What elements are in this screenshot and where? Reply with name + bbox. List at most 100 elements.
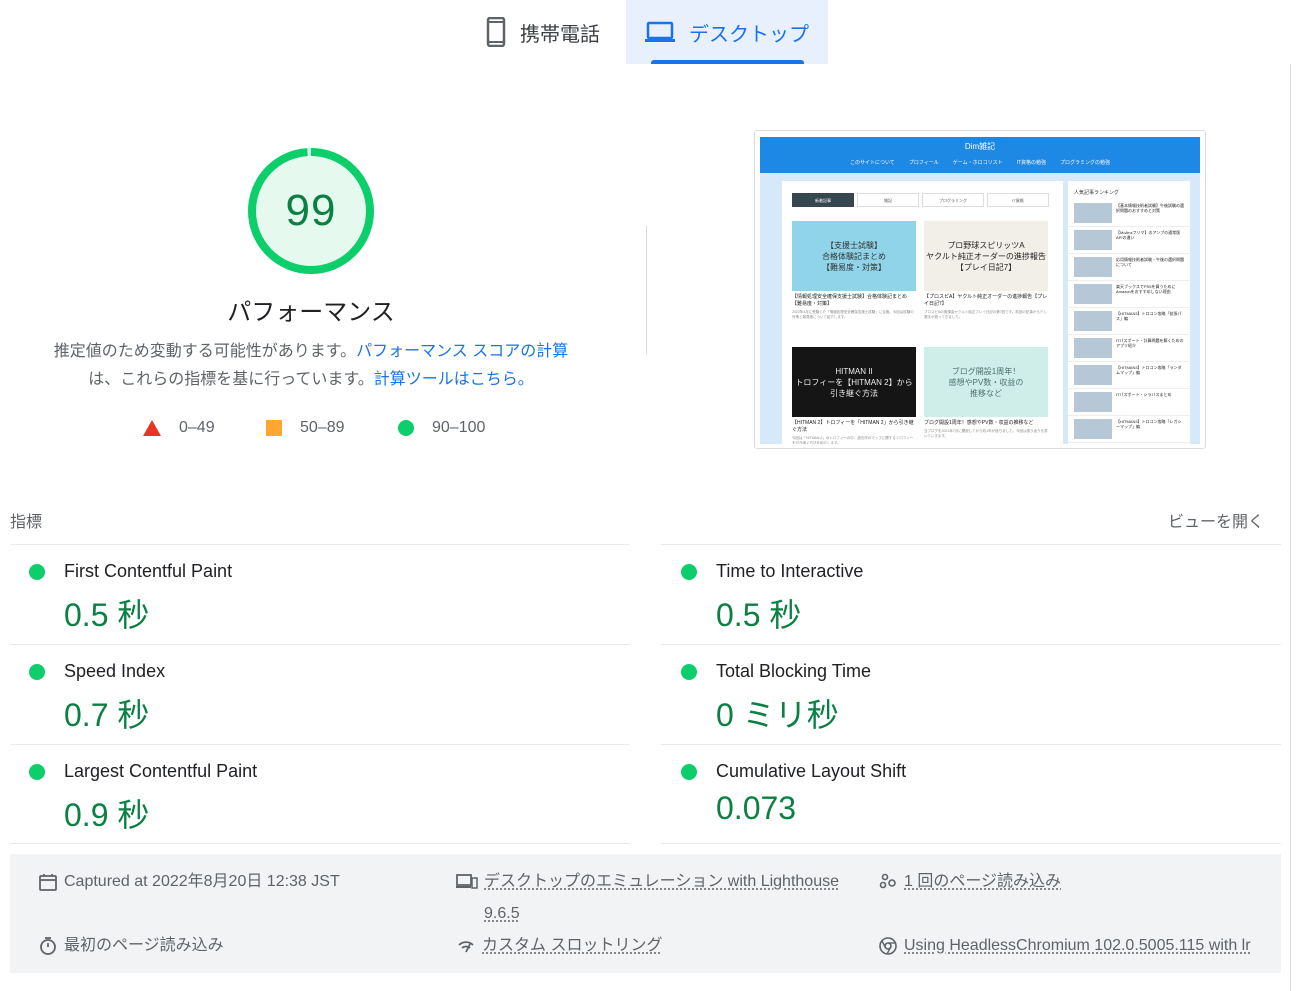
thumbnail-side-text: 【MoAnsフリマ】のアンプの通常版APIの違い (1116, 230, 1181, 240)
legend-average: 50–89 (266, 419, 345, 437)
thumbnail-card-title: 【HITMAN 2】トロフィーを「HITMAN 2」から引き継ぐ方法 (792, 420, 914, 433)
thumbnail-tab: 新着記事 (792, 193, 854, 207)
thumbnail-side-item: 【HITMAN3】トロコン攻略「レガシーマップ」編 (1068, 416, 1190, 443)
metric-value-fcp: 0.5 秒 (64, 597, 150, 633)
thumbnail-side-item: 【基本情報技術者試験】午後試験の選択問題のおすすめと対策 (1068, 200, 1190, 227)
thumbnail-side-item: 【MoAnsフリマ】のアンプの通常版APIの違い (1068, 227, 1190, 254)
thumbnail-card: プロ野球スピリッツA ヤクルト純正オーダーの進捗報告 【プレイ日記7】 【プロス… (924, 221, 1048, 339)
triangle-icon (143, 420, 161, 436)
metric-value-tbt: 0 ミリ秒 (716, 697, 839, 733)
thumbnail-card-image: 【支援士試験】 合格体験記まとめ 【難易度・対策】 (792, 221, 916, 291)
category-title: パフォーマンス (227, 299, 395, 326)
thumbnail-side-item: 【HITMAN3】トロコン攻略「拡張パス」編 (1068, 308, 1190, 335)
thumbnail-tabs: 新着記事 雑記 プログラミング IT資格 (782, 181, 1063, 207)
thumbnail-side-image (1074, 203, 1112, 223)
pass-dot-icon (29, 564, 45, 580)
legend-pass: 90–100 (398, 419, 485, 437)
pass-dot-icon (681, 564, 697, 580)
metrics-section-label: 指標 (10, 514, 43, 531)
thumbnail-nav-item: プロフィール (908, 160, 939, 166)
thumbnail-card-text: 2022年4月に受験した「情報処理安全確保支援士試験」に合格。今回は試験の対策と… (792, 310, 914, 319)
score-calc-link[interactable]: パフォーマンス スコアの計算 (356, 343, 568, 360)
metric-divider (661, 744, 1281, 745)
emulation-version: 9.6.5 (484, 905, 520, 922)
runtime-settings: Captured at 2022年8月20日 12:38 JST デスクトップの… (10, 854, 1281, 973)
emulation-info[interactable]: デスクトップのエミュレーション with Lighthouse 9.6.5 (456, 872, 839, 924)
scatter-dots-icon (879, 873, 896, 889)
tab-mobile[interactable]: 携帯電話 (486, 0, 600, 64)
throttling-info[interactable]: カスタム スロットリング (456, 936, 662, 956)
thumbnail-card-title: 【情報処理安全確保支援士試験】合格体験記まとめ【難易度・対策】 (792, 294, 908, 307)
score-value: 99 (285, 186, 337, 235)
metric-name-lcp: Largest Contentful Paint (64, 761, 258, 781)
calendar-icon (39, 874, 57, 891)
square-icon (266, 420, 282, 436)
initial-load-text: 最初のページ読み込み (64, 937, 224, 954)
metric-divider (10, 744, 630, 745)
metric-name-cls: Cumulative Layout Shift (716, 761, 907, 781)
phone-icon (486, 17, 506, 47)
metric-name-fcp: First Contentful Paint (64, 561, 233, 581)
legend-pass-label: 90–100 (432, 419, 486, 436)
thumbnail-side-item: 応用情報技術者試験・午後の選択問題について (1068, 254, 1190, 281)
thumbnail-card: HITMAN II トロフィーを【HITMAN 2】から 引き継ぐ方法 【HIT… (792, 347, 916, 444)
thumbnail-side-text: 【HITMAN3】トロコン攻略「拡張パス」編 (1116, 311, 1182, 321)
thumbnail-side-item: 楽天ブックスでPS5を買うためにAmazonをおすすめしない理由 (1068, 281, 1190, 308)
chrome-icon (879, 937, 897, 955)
devices-icon (456, 874, 478, 889)
pass-dot-icon (681, 764, 697, 780)
throttling-text: カスタム スロットリング (482, 937, 663, 954)
thumbnail-cards: 【支援士試験】 合格体験記まとめ 【難易度・対策】 【情報処理安全確保支援士試験… (792, 221, 1052, 444)
browser-info[interactable]: Using HeadlessChromium 102.0.5005.115 wi… (878, 936, 1258, 956)
expand-view-toggle[interactable]: ビューを開く (1168, 508, 1264, 532)
tab-active-indicator (651, 60, 804, 64)
thumbnail-side-image (1074, 284, 1112, 304)
thumbnail-card: 【支援士試験】 合格体験記まとめ 【難易度・対策】 【情報処理安全確保支援士試験… (792, 221, 916, 339)
thumbnail-card-text: 今回は「HITMAN 2」のトロフィーの中、過去作のマップに関するトロフィーを引… (792, 436, 914, 444)
pass-dot-icon (681, 664, 697, 680)
page-loads-info[interactable]: 1 回のページ読み込み (878, 872, 1061, 892)
timer-icon (40, 937, 56, 955)
thumbnail-sidebar: 人気記事ランキング 【基本情報技術者試験】午後試験の選択問題のおすすめと対策 【… (1068, 181, 1190, 444)
thumbnail-side-text: 【HITMAN3】トロコン攻略「ランダムマップ」編 (1116, 365, 1182, 375)
metric-divider (10, 843, 630, 844)
thumbnail-side-image (1074, 419, 1112, 439)
thumbnail-tab: プログラミング (922, 193, 984, 207)
tab-desktop-label: デスクトップ (689, 23, 809, 46)
metric-divider (661, 544, 1281, 545)
thumbnail-side-item: ITパスポート・シラバスまとめ (1068, 389, 1190, 416)
thumbnail-site: Dim雑記 このサイトについて プロフィール ゲーム・ホロコリスト IT資格の勉… (760, 137, 1200, 444)
legend-average-label: 50–89 (300, 419, 345, 436)
signal-icon (458, 941, 474, 953)
initial-load-info: 最初のページ読み込み (38, 936, 224, 956)
thumbnail-side-image (1074, 311, 1112, 331)
browser-text: Using HeadlessChromium 102.0.5005.115 wi… (904, 937, 1251, 954)
thumbnail-side-image (1074, 365, 1112, 385)
captured-info: Captured at 2022年8月20日 12:38 JST (38, 872, 340, 892)
circle-icon (398, 420, 414, 436)
thumbnail-nav-item: IT資格の勉強 (1016, 160, 1047, 166)
legend-fail-label: 0–49 (179, 419, 215, 436)
thumbnail-card-text: 当ブログを2021年7月に開設してから約1年が経ちました。今回は振り返りを書いて… (924, 429, 1048, 438)
thumbnail-nav-item: プログラミングの勉強 (1060, 160, 1111, 166)
thumbnail-side-image (1074, 230, 1112, 250)
calculator-link[interactable]: 計算ツールはこちら。 (374, 371, 534, 388)
thumbnail-site-title: Dim雑記 (964, 142, 996, 151)
emulation-text: デスクトップのエミュレーション with Lighthouse (484, 873, 839, 890)
tab-mobile-label: 携帯電話 (520, 23, 600, 46)
metric-value-si: 0.7 秒 (64, 697, 150, 733)
tab-desktop[interactable]: デスクトップ (626, 0, 828, 64)
thumbnail-side-text: ITパスポート・計算問題を解くためのアプリ紹介 (1116, 338, 1184, 348)
thumbnail-nav-item: ゲーム・ホロコリスト (952, 160, 1003, 166)
laptop-icon (645, 21, 675, 42)
page-screenshot-thumbnail[interactable]: Dim雑記 このサイトについて プロフィール ゲーム・ホロコリスト IT資格の勉… (754, 130, 1206, 449)
thumbnail-card-text: プロスピAの無課金ヤクルト純正プレイ日記の第7回です。前回の記事から少し選手が揃… (924, 310, 1047, 319)
metric-value-tti: 0.5 秒 (716, 597, 802, 633)
metric-name-si: Speed Index (64, 661, 166, 681)
thumbnail-tab: 雑記 (857, 193, 919, 207)
thumbnail-side-text: ITパスポート・シラバスまとめ (1116, 392, 1172, 397)
thumbnail-side-text: 【HITMAN3】トロコン攻略「レガシーマップ」編 (1116, 419, 1182, 429)
thumbnail-card: ブログ開設1周年！ 感想やPV数・収益の 推移など ブログ開設1周年！感想やPV… (924, 347, 1048, 444)
legend-fail: 0–49 (143, 419, 215, 437)
thumbnail-side-text: 楽天ブックスでPS5を買うためにAmazonをおすすめしない理由 (1116, 284, 1176, 294)
